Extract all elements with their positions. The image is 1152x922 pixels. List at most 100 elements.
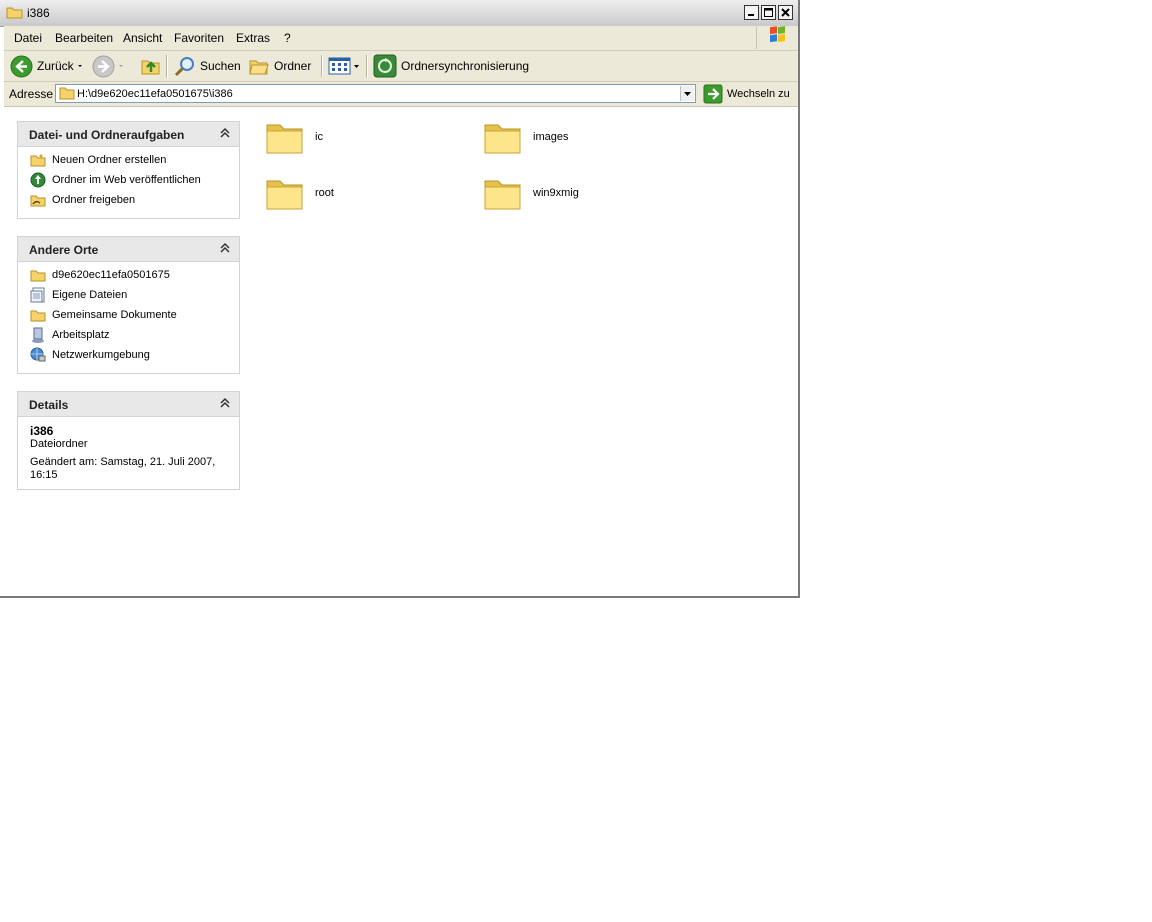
views-button[interactable] <box>328 53 362 79</box>
menu-help[interactable]: ? <box>284 31 291 45</box>
menu-bar: Datei Bearbeiten Ansicht Favoriten Extra… <box>4 26 798 51</box>
maximize-icon <box>764 8 773 17</box>
place-my-computer[interactable]: Arbeitsplatz <box>30 326 109 344</box>
title-bar[interactable]: i386 <box>0 0 798 27</box>
chevron-down-icon[interactable] <box>74 61 86 71</box>
new-folder-icon <box>30 154 46 167</box>
folder-name: root <box>315 187 334 199</box>
details-modified-time: 16:15 <box>30 469 58 481</box>
folder-icon <box>30 310 46 322</box>
close-icon <box>781 8 790 17</box>
folder-icon <box>484 124 521 154</box>
go-button[interactable]: Wechseln zu <box>703 83 790 105</box>
panel-title: Details <box>29 398 69 412</box>
search-label: Suchen <box>200 59 241 73</box>
close-button[interactable] <box>778 5 793 20</box>
file-tasks-panel: Datei- und Ordneraufgaben Neuen Ordner e… <box>17 121 240 219</box>
panel-title: Datei- und Ordneraufgaben <box>29 128 185 142</box>
panel-title: Andere Orte <box>29 243 99 257</box>
globe-publish-icon <box>30 172 46 188</box>
panel-header[interactable]: Datei- und Ordneraufgaben <box>18 122 239 147</box>
place-my-documents[interactable]: Eigene Dateien <box>30 286 127 304</box>
content-area: Datei- und Ordneraufgaben Neuen Ordner e… <box>4 107 798 596</box>
details-type: Dateiordner <box>30 438 88 450</box>
address-value: H:\d9e620ec11efa0501675\i386 <box>77 88 233 100</box>
toolbar-separator <box>166 55 168 77</box>
task-label: Ordner im Web veröffentlichen <box>52 174 201 186</box>
folders-label: Ordner <box>274 59 312 73</box>
address-input[interactable]: H:\d9e620ec11efa0501675\i386 <box>55 84 696 103</box>
folder-item[interactable]: ic <box>265 117 323 157</box>
shared-folder-icon <box>30 195 46 207</box>
details-name: i386 <box>30 424 54 438</box>
folder-item[interactable]: images <box>483 117 568 157</box>
folder-name: images <box>533 131 569 143</box>
place-parent-folder[interactable]: d9e620ec11efa0501675 <box>30 266 170 284</box>
panel-header[interactable]: Andere Orte <box>18 237 239 262</box>
task-share-folder[interactable]: Ordner freigeben <box>30 191 135 209</box>
folder-icon <box>266 180 303 210</box>
other-places-panel: Andere Orte d9e620ec11efa0501675 Eigene … <box>17 236 240 374</box>
back-label: Zurück <box>37 59 74 73</box>
views-icon <box>328 57 359 75</box>
panel-header[interactable]: Details <box>18 392 239 417</box>
up-button[interactable] <box>140 53 162 79</box>
task-publish-web[interactable]: Ordner im Web veröffentlichen <box>30 171 201 189</box>
task-new-folder[interactable]: Neuen Ordner erstellen <box>30 151 166 169</box>
toolbar-separator <box>321 55 323 77</box>
back-arrow-icon <box>10 55 33 77</box>
back-button[interactable]: Zurück <box>10 53 86 79</box>
place-label: d9e620ec11efa0501675 <box>52 269 170 281</box>
collapse-icon[interactable] <box>219 242 231 254</box>
search-icon <box>174 57 194 77</box>
menu-ansicht[interactable]: Ansicht <box>123 31 162 45</box>
go-label: Wechseln zu <box>727 88 790 100</box>
place-label: Netzwerkumgebung <box>52 349 150 361</box>
search-button[interactable]: Suchen <box>174 53 241 79</box>
folder-icon <box>484 180 521 210</box>
maximize-button[interactable] <box>761 5 776 20</box>
minimize-icon <box>748 14 754 16</box>
details-panel: Details i386 Dateiordner Geändert am: Sa… <box>17 391 240 490</box>
windows-logo <box>756 26 795 49</box>
place-label: Eigene Dateien <box>52 289 128 301</box>
sync-button[interactable]: Ordnersynchronisierung <box>373 53 529 79</box>
folder-icon <box>266 124 303 154</box>
folder-name: win9xmig <box>533 187 579 199</box>
window-title: i386 <box>27 6 50 20</box>
folder-item[interactable]: win9xmig <box>483 173 579 213</box>
toolbar: Zurück Suchen Ordner Ordnersynchronisier… <box>4 51 798 82</box>
folder-name: ic <box>315 131 323 143</box>
place-label: Gemeinsame Dokumente <box>52 309 177 321</box>
collapse-icon[interactable] <box>219 127 231 139</box>
network-globe-icon <box>30 347 46 362</box>
folders-button[interactable]: Ordner <box>248 53 311 79</box>
place-label: Arbeitsplatz <box>52 329 110 341</box>
address-bar: Adresse H:\d9e620ec11efa0501675\i386 Wec… <box>4 82 798 107</box>
folder-up-icon <box>141 60 160 75</box>
menu-datei[interactable]: Datei <box>14 31 42 45</box>
chevron-down-icon <box>684 91 691 96</box>
computer-icon <box>32 327 44 343</box>
address-label: Adresse <box>9 87 54 101</box>
toolbar-separator <box>366 55 368 77</box>
chevron-down-icon[interactable] <box>115 61 127 71</box>
menu-extras[interactable]: Extras <box>236 31 270 45</box>
documents-icon <box>30 287 45 303</box>
folder-icon <box>30 270 46 282</box>
windows-flag-icon <box>770 26 785 43</box>
folder-item[interactable]: root <box>265 173 334 213</box>
explorer-window: i386 Datei Bearbeiten Ansicht Favoriten … <box>0 0 800 598</box>
folders-icon <box>249 60 269 75</box>
address-dropdown-button[interactable] <box>680 86 694 101</box>
menu-bearbeiten[interactable]: Bearbeiten <box>55 31 113 45</box>
task-label: Neuen Ordner erstellen <box>52 154 167 166</box>
sync-icon <box>373 54 397 78</box>
place-network[interactable]: Netzwerkumgebung <box>30 346 150 364</box>
minimize-button[interactable] <box>744 5 759 20</box>
menu-favoriten[interactable]: Favoriten <box>174 31 224 45</box>
forward-button[interactable] <box>92 53 127 79</box>
collapse-icon[interactable] <box>219 397 231 409</box>
task-label: Ordner freigeben <box>52 194 136 206</box>
place-shared-documents[interactable]: Gemeinsame Dokumente <box>30 306 177 324</box>
